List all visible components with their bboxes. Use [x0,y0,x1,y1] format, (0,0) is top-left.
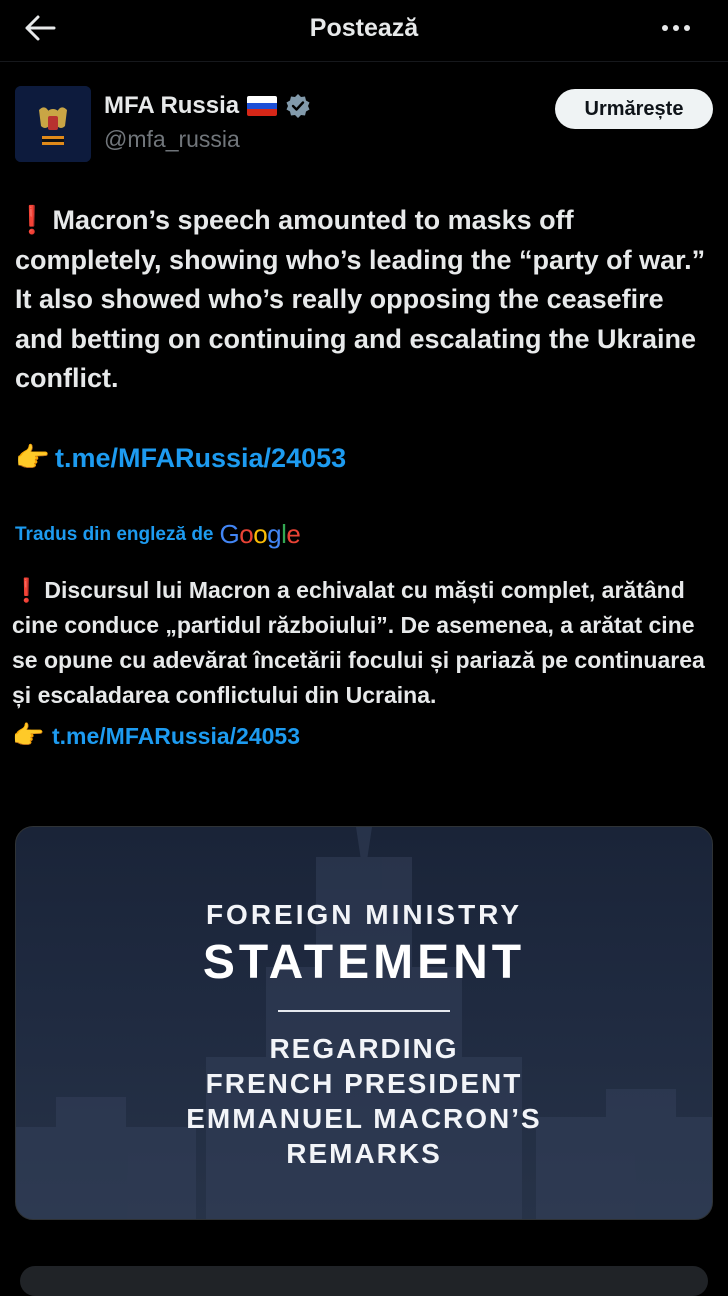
translated-body: ❗ Discursul lui Macron a echivalat cu mă… [12,573,718,754]
exclamation-icon: ❗ [12,577,41,603]
media-heading-small: FOREIGN MINISTRY [205,899,523,930]
media-heading-large: STATEMENT [202,936,526,989]
reply-bar[interactable] [20,1266,708,1296]
exclamation-icon: ❗ [15,205,49,235]
back-button[interactable] [20,12,60,44]
more-horizontal-icon [662,25,668,31]
translated-text: Discursul lui Macron a echivalat cu mășt… [12,577,705,708]
coat-of-arms-icon [15,86,91,162]
russia-flag-icon [247,96,278,116]
translation-label[interactable]: Tradus din engleză de Google [15,519,301,550]
post-link[interactable]: t.me/MFARussia/24053 [55,443,346,473]
follow-button[interactable]: Urmărește [555,89,713,129]
author-handle[interactable]: @mfa_russia [104,126,240,153]
author-name[interactable]: MFA Russia [104,92,239,120]
pointing-hand-icon: 👉 [12,720,45,750]
post-image[interactable]: FOREIGN MINISTRY STATEMENT REGARDING FRE… [15,826,713,1220]
translated-link[interactable]: t.me/MFARussia/24053 [52,723,300,749]
post-text: Macron’s speech amounted to masks off co… [15,205,706,393]
media-subheading: REGARDING FRENCH PRESIDENT EMMANUEL MACR… [186,1033,542,1169]
verified-badge-icon [286,94,310,118]
media-divider [278,1010,450,1012]
more-options-button[interactable] [656,16,696,40]
page-title: Postează [309,14,419,42]
top-bar: Postează [0,0,728,62]
avatar[interactable] [15,86,91,162]
pointing-hand-icon: 👉 [15,442,50,473]
author-row: MFA Russia @mfa_russia Urmărește [15,86,713,164]
google-logo: Google [219,519,301,549]
arrow-left-icon [25,15,56,41]
post-body: ❗ Macron’s speech amounted to masks off … [15,201,715,479]
translated-by-text: Tradus din engleză de [15,523,214,545]
